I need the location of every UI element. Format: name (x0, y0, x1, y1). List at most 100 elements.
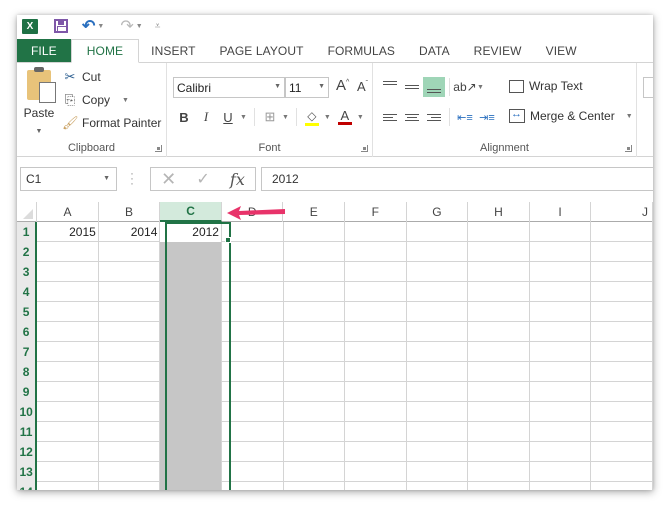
orientation-dropdown-icon[interactable]: ▼ (477, 84, 484, 91)
cell-b1[interactable]: 2014 (99, 222, 161, 242)
row-header[interactable]: 9 (17, 382, 38, 402)
cell-f13[interactable] (345, 462, 407, 482)
row-header[interactable]: 11 (17, 422, 38, 442)
cell-h7[interactable] (468, 342, 530, 362)
align-right-button[interactable] (423, 107, 445, 127)
cell-e7[interactable] (284, 342, 346, 362)
column-header-a[interactable]: A (37, 202, 99, 222)
cell-e8[interactable] (284, 362, 346, 382)
cell-d1[interactable] (222, 222, 284, 242)
cell-b2[interactable] (99, 242, 161, 262)
cell-h2[interactable] (468, 242, 530, 262)
cell-g3[interactable] (407, 262, 469, 282)
cell-h3[interactable] (468, 262, 530, 282)
orientation-button[interactable]: ab↗ (453, 77, 476, 97)
cell-a9[interactable] (37, 382, 99, 402)
cell-d6[interactable] (222, 322, 284, 342)
decrease-indent-button[interactable]: ⇤≡ (454, 107, 476, 127)
increase-font-button[interactable]: A^ (336, 77, 349, 94)
cell-b4[interactable] (99, 282, 161, 302)
cell-a12[interactable] (37, 442, 99, 462)
column-header-g[interactable]: G (407, 202, 469, 222)
copy-button[interactable]: ⎘ Copy ▼ (62, 92, 132, 108)
bottom-align-button[interactable] (423, 77, 445, 97)
font-launcher-icon[interactable] (361, 145, 368, 152)
cell-c6[interactable] (160, 322, 222, 342)
cell-c2[interactable] (160, 242, 222, 262)
font-color-button[interactable]: A (334, 107, 356, 127)
tab-data[interactable]: DATA (407, 39, 462, 62)
row-header[interactable]: 12 (17, 442, 38, 462)
cell-j5[interactable] (591, 302, 653, 322)
cell-h10[interactable] (468, 402, 530, 422)
cell-c7[interactable] (160, 342, 222, 362)
cell-c4[interactable] (160, 282, 222, 302)
row-header[interactable]: 8 (17, 362, 38, 382)
tab-file[interactable]: FILE (17, 39, 71, 62)
cell-i12[interactable] (530, 442, 592, 462)
cell-e12[interactable] (284, 442, 346, 462)
cell-h8[interactable] (468, 362, 530, 382)
wrap-text-button[interactable]: Wrap Text (509, 79, 583, 93)
cell-i14[interactable] (530, 482, 592, 490)
cell-a10[interactable] (37, 402, 99, 422)
cell-g7[interactable] (407, 342, 469, 362)
column-header-f[interactable]: F (345, 202, 407, 222)
cell-g1[interactable] (407, 222, 469, 242)
cell-i2[interactable] (530, 242, 592, 262)
cell-d8[interactable] (222, 362, 284, 382)
cell-f8[interactable] (345, 362, 407, 382)
row-header[interactable]: 5 (17, 302, 38, 322)
cell-f10[interactable] (345, 402, 407, 422)
cell-e2[interactable] (284, 242, 346, 262)
cell-e9[interactable] (284, 382, 346, 402)
decrease-font-button[interactable]: Aˇ (357, 79, 368, 94)
cell-i6[interactable] (530, 322, 592, 342)
font-color-dropdown-icon[interactable]: ▼ (357, 114, 364, 121)
row-header[interactable]: 13 (17, 462, 38, 482)
redo-button[interactable]: ↷ ▼ (108, 17, 142, 35)
tab-formulas[interactable]: FORMULAS (316, 39, 407, 62)
cell-g12[interactable] (407, 442, 469, 462)
cell-c14[interactable] (160, 482, 222, 490)
cell-c8[interactable] (160, 362, 222, 382)
cell-i4[interactable] (530, 282, 592, 302)
cell-a13[interactable] (37, 462, 99, 482)
cell-e11[interactable] (284, 422, 346, 442)
row-header[interactable]: 4 (17, 282, 38, 302)
cell-b13[interactable] (99, 462, 161, 482)
redo-dropdown-icon[interactable]: ▼ (136, 23, 143, 30)
cell-a3[interactable] (37, 262, 99, 282)
cell-i11[interactable] (530, 422, 592, 442)
column-header-i[interactable]: I (530, 202, 592, 222)
cell-d2[interactable] (222, 242, 284, 262)
cell-c10[interactable] (160, 402, 222, 422)
cell-d3[interactable] (222, 262, 284, 282)
cell-g9[interactable] (407, 382, 469, 402)
select-all-button[interactable] (17, 202, 38, 222)
merge-center-button[interactable]: Merge & Center ▼ (509, 108, 636, 123)
enter-icon[interactable]: ✓ (196, 169, 209, 189)
cell-e1[interactable] (284, 222, 346, 242)
column-header-c[interactable]: C (160, 202, 222, 222)
paste-button[interactable]: Paste ▼ (22, 67, 56, 138)
cell-d14[interactable] (222, 482, 284, 490)
undo-dropdown-icon[interactable]: ▼ (97, 23, 104, 30)
cell-h9[interactable] (468, 382, 530, 402)
cell-f4[interactable] (345, 282, 407, 302)
row-header[interactable]: 3 (17, 262, 38, 282)
cell-d10[interactable] (222, 402, 284, 422)
cell-g4[interactable] (407, 282, 469, 302)
row-header[interactable]: 6 (17, 322, 38, 342)
cell-f11[interactable] (345, 422, 407, 442)
cell-b11[interactable] (99, 422, 161, 442)
tab-home[interactable]: HOME (70, 39, 140, 63)
cell-a1[interactable]: 2015 (37, 222, 99, 242)
cell-g5[interactable] (407, 302, 469, 322)
number-format-select[interactable] (643, 77, 653, 98)
cell-a2[interactable] (37, 242, 99, 262)
cell-b6[interactable] (99, 322, 161, 342)
column-header-b[interactable]: B (99, 202, 161, 222)
cell-a7[interactable] (37, 342, 99, 362)
cell-h6[interactable] (468, 322, 530, 342)
